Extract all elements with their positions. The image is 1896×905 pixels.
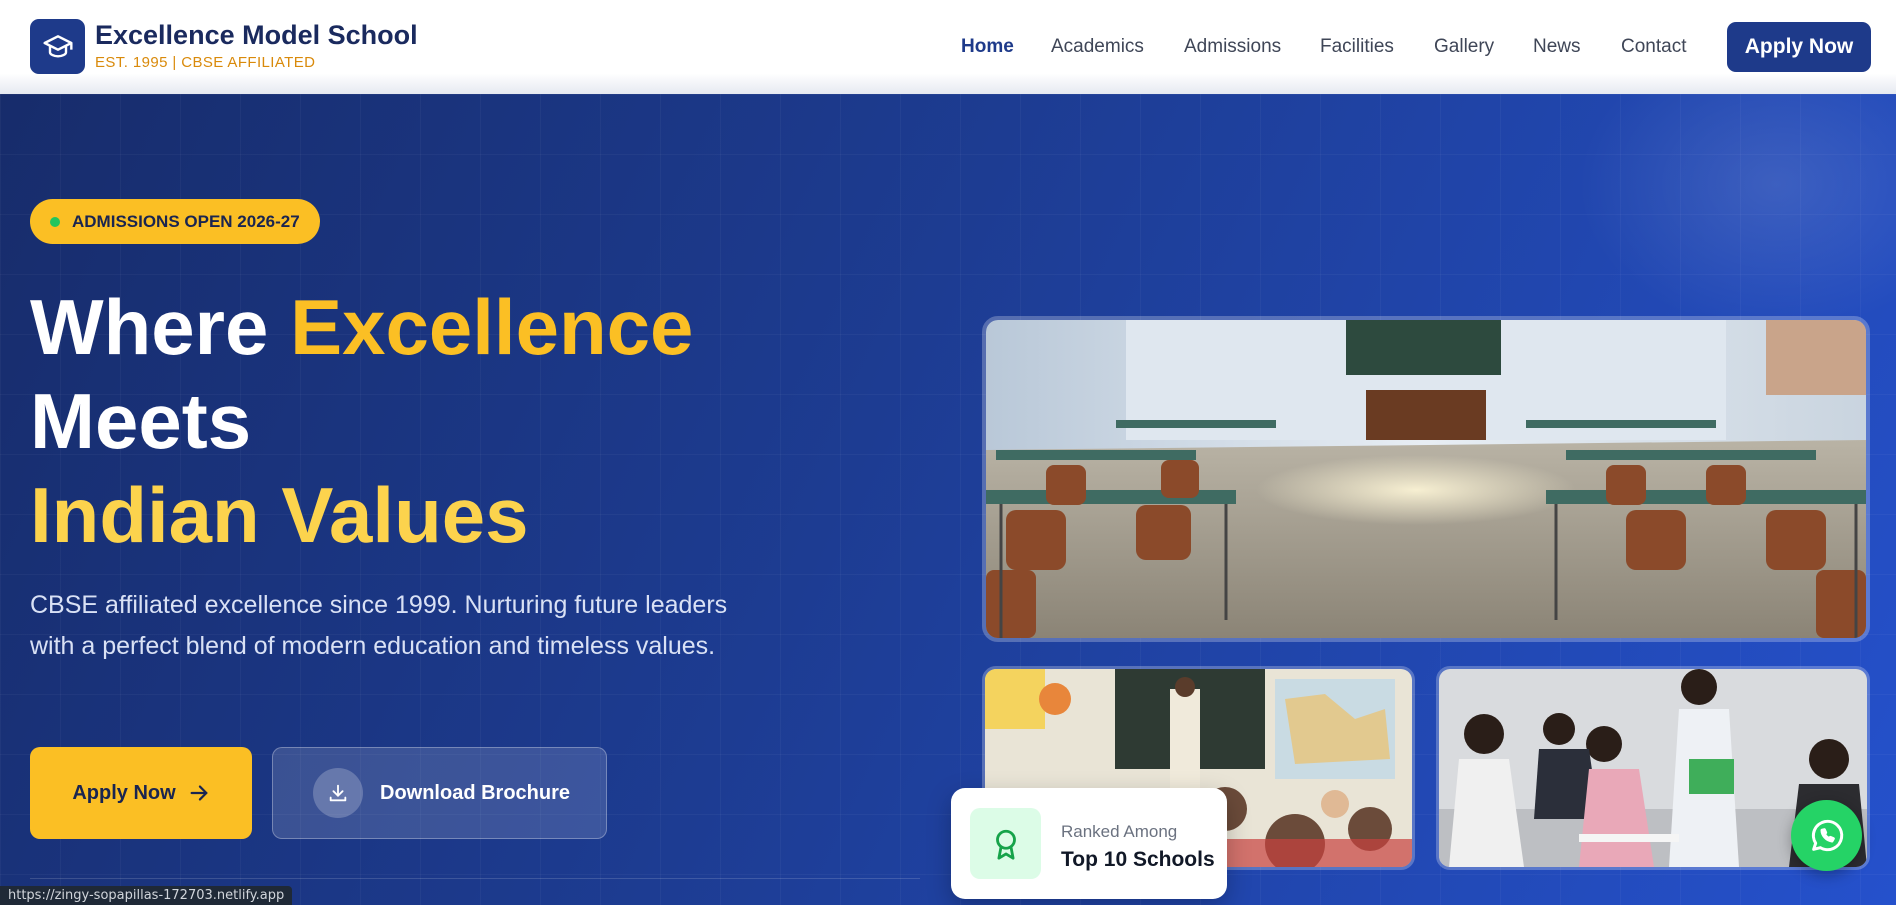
site-header: Excellence Model School EST. 1995 | CBSE…	[0, 0, 1896, 94]
ranking-card: Ranked Among Top 10 Schools	[951, 788, 1227, 899]
nav-item-gallery[interactable]: Gallery	[1434, 36, 1494, 58]
whatsapp-button[interactable]	[1791, 800, 1862, 871]
headline-part-indian-values: Indian Values	[30, 471, 529, 559]
headline-part-excellence: Excellence	[290, 283, 694, 371]
graduation-cap-icon	[42, 34, 73, 58]
hero-headline: Where Excellence Meets Indian Values	[30, 280, 693, 562]
nav-item-news[interactable]: News	[1533, 36, 1581, 58]
status-bar-url: https://zingy-sopapillas-172703.netlify.…	[0, 886, 293, 905]
headline-part-meets: Meets	[30, 377, 252, 465]
nav-item-contact[interactable]: Contact	[1621, 36, 1686, 58]
admissions-badge: ADMISSIONS OPEN 2026-27	[30, 199, 320, 244]
download-icon	[329, 784, 347, 802]
admissions-badge-text: ADMISSIONS OPEN 2026-27	[72, 211, 300, 231]
award-ribbon-icon	[995, 829, 1016, 860]
hero-section: ADMISSIONS OPEN 2026-27 Where Excellence…	[0, 94, 1896, 905]
status-dot	[50, 216, 60, 227]
download-icon-wrap	[313, 768, 363, 818]
nav-item-facilities[interactable]: Facilities	[1320, 36, 1394, 58]
hero-description: CBSE affiliated excellence since 1999. N…	[30, 591, 728, 660]
empty-classroom-photo	[982, 316, 1870, 642]
nav-item-admissions[interactable]: Admissions	[1184, 36, 1281, 58]
school-name[interactable]: Excellence Model School	[95, 20, 418, 51]
ranking-icon-wrap	[970, 808, 1041, 879]
nav-item-home[interactable]: Home	[961, 36, 1014, 58]
school-logo[interactable]	[30, 19, 85, 74]
hero-apply-button[interactable]: Apply Now	[30, 747, 252, 839]
arrow-right-icon	[190, 785, 208, 801]
download-brochure-label: Download Brochure	[380, 781, 571, 804]
headline-part-where: Where	[30, 283, 291, 371]
nav-item-academics[interactable]: Academics	[1051, 36, 1144, 58]
hero-apply-label: Apply Now	[72, 781, 176, 804]
ranking-value: Top 10 Schools	[1061, 848, 1215, 871]
ranking-label: Ranked Among	[1061, 822, 1178, 841]
header-apply-button[interactable]: Apply Now	[1727, 22, 1871, 72]
whatsapp-icon	[1811, 819, 1843, 851]
download-brochure-button[interactable]: Download Brochure	[272, 747, 607, 839]
school-tagline: EST. 1995 | CBSE AFFILIATED	[95, 54, 316, 71]
hero-divider	[30, 878, 920, 879]
